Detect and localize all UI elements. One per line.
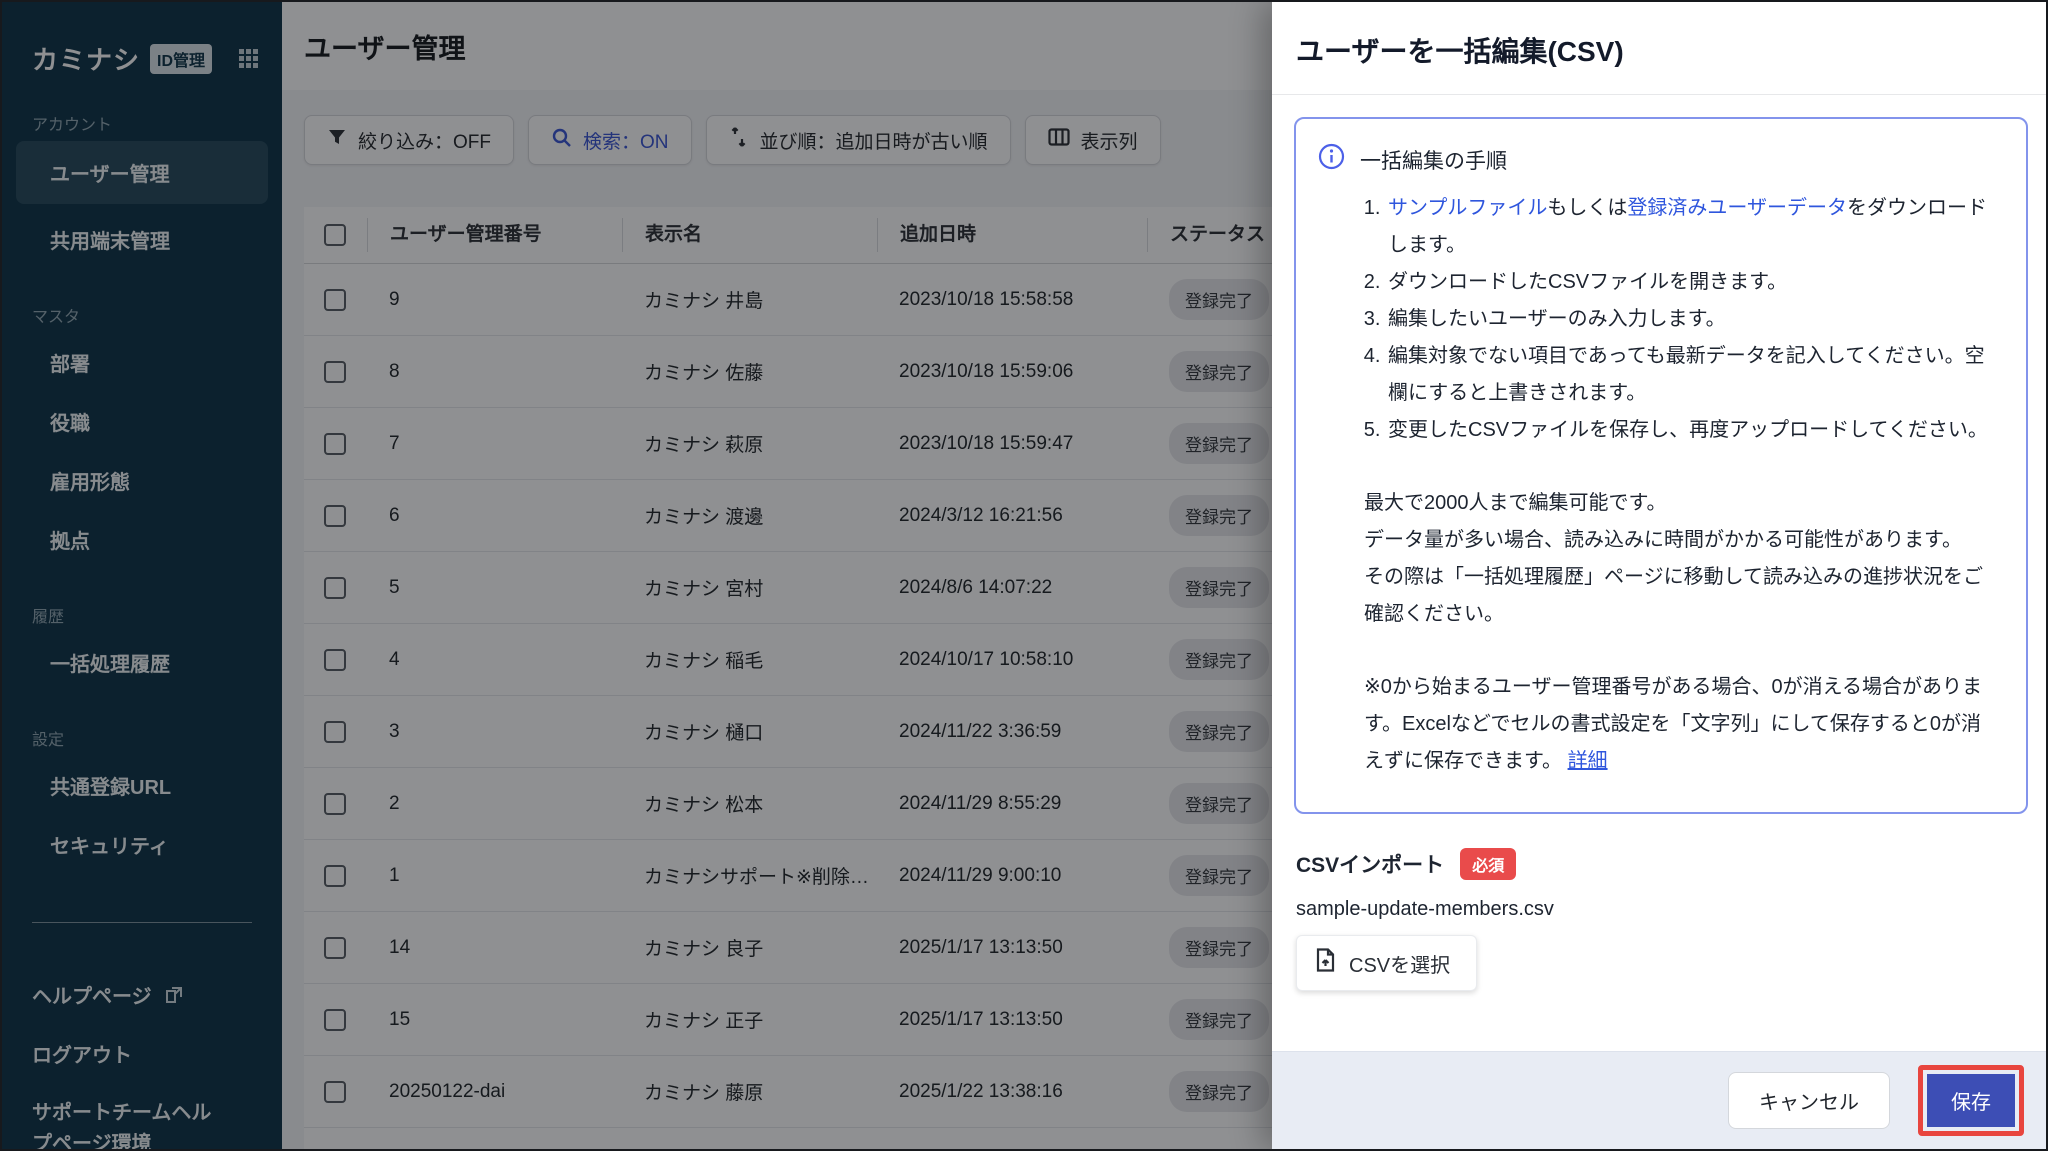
step-3: 編集したいユーザーのみ入力します。 (1386, 301, 2000, 338)
leading-zero-note-text: ※0から始まるユーザー管理番号がある場合、0が消える場合があります。Excelな… (1364, 676, 1982, 772)
step-4: 編集対象でない項目であっても最新データを記入してください。空欄にすると上書きされ… (1386, 338, 2000, 412)
csv-import-section: CSVインポート 必須 sample-update-members.csv CS… (1294, 848, 2028, 991)
instructions-info-box: 一括編集の手順 サンプルファイルもしくは登録済みユーザーデータをダウンロードしま… (1294, 117, 2028, 814)
select-csv-button[interactable]: CSVを選択 (1296, 935, 1477, 991)
capacity-note-line2: データ量が多い場合、読み込みに時間がかかる可能性があります。 (1364, 522, 2000, 559)
step-1-text: もしくは (1547, 197, 1627, 219)
save-button-highlight-annotation: 保存 (1918, 1065, 2024, 1136)
cancel-button[interactable]: キャンセル (1728, 1072, 1890, 1129)
step-2: ダウンロードしたCSVファイルを開きます。 (1386, 264, 2000, 301)
save-button[interactable]: 保存 (1927, 1074, 2015, 1127)
details-link[interactable]: 詳細 (1568, 750, 1608, 772)
csv-import-label-row: CSVインポート 必須 (1296, 848, 2028, 880)
drawer-header: ユーザーを一括編集(CSV) (1272, 2, 2048, 95)
app-window: カミナシ ID管理 アカウント ユーザー管理 共用端末管理 マスタ 部署 役職 … (0, 0, 2048, 1151)
file-upload-icon (1315, 948, 1336, 978)
capacity-note-line3: その際は「一括処理履歴」ページに移動して読み込みの進捗状況をご確認ください。 (1364, 559, 2000, 633)
info-box-heading-row: 一括編集の手順 (1318, 143, 2000, 176)
drawer-footer: キャンセル 保存 (1272, 1051, 2048, 1149)
modal-dim-overlay (2, 2, 1272, 1149)
instruction-steps: サンプルファイルもしくは登録済みユーザーデータをダウンロードします。 ダウンロー… (1318, 190, 2000, 449)
csv-import-label: CSVインポート (1296, 849, 1444, 879)
info-icon (1318, 143, 1345, 176)
sample-file-link[interactable]: サンプルファイル (1388, 197, 1547, 219)
drawer-body: 一括編集の手順 サンプルファイルもしくは登録済みユーザーデータをダウンロードしま… (1272, 95, 2048, 1051)
step-1: サンプルファイルもしくは登録済みユーザーデータをダウンロードします。 (1386, 190, 2000, 264)
registered-user-data-link[interactable]: 登録済みユーザーデータ (1627, 197, 1847, 219)
leading-zero-note: ※0から始まるユーザー管理番号がある場合、0が消える場合があります。Excelな… (1318, 669, 2000, 780)
info-box-heading: 一括編集の手順 (1360, 145, 1507, 175)
required-badge: 必須 (1460, 848, 1516, 880)
drawer-title: ユーザーを一括編集(CSV) (1296, 30, 2024, 70)
bulk-edit-csv-drawer: ユーザーを一括編集(CSV) 一括編集の手順 サンプルファイルもしくは登録済みユ… (1272, 2, 2048, 1149)
selected-csv-filename: sample-update-members.csv (1296, 898, 2028, 921)
step-5: 変更したCSVファイルを保存し、再度アップロードしてください。 (1386, 412, 2000, 449)
select-csv-button-label: CSVを選択 (1349, 949, 1450, 978)
capacity-note: 最大で2000人まで編集可能です。 データ量が多い場合、読み込みに時間がかかる可… (1318, 485, 2000, 633)
capacity-note-line1: 最大で2000人まで編集可能です。 (1364, 485, 2000, 522)
